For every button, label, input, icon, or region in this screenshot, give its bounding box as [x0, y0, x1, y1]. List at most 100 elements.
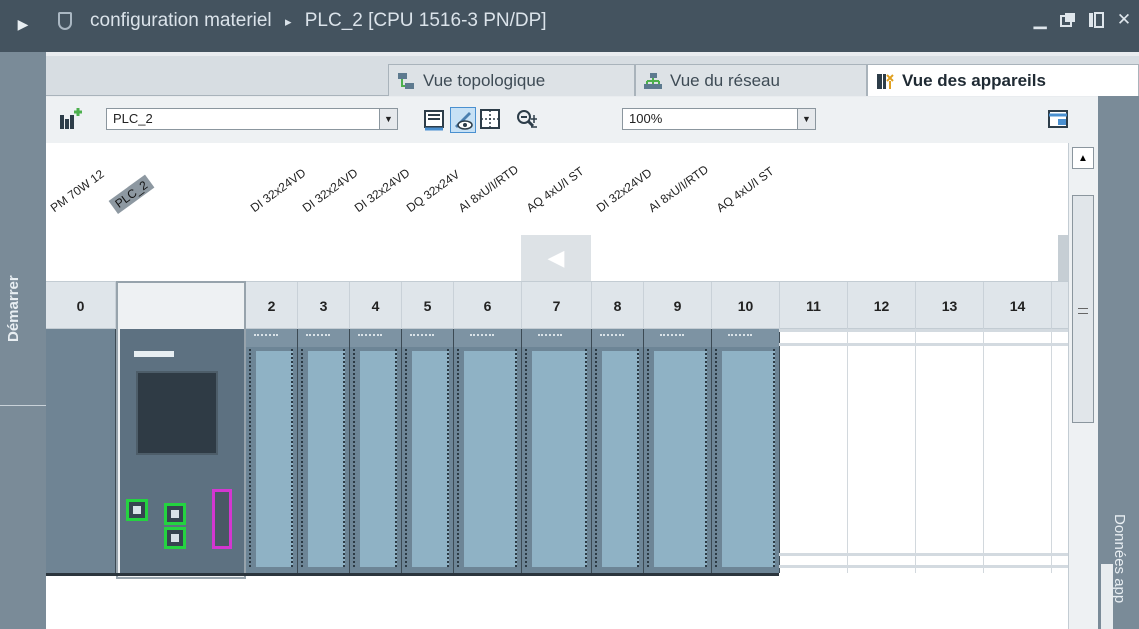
- device-view-toolbar: PLC_2 ▼ 100% ▼: [46, 97, 1098, 143]
- strip-divider: [0, 405, 46, 406]
- cpu-display: [136, 371, 218, 455]
- scroll-thumb[interactable]: [1072, 195, 1094, 423]
- module-slot-2[interactable]: [246, 329, 298, 573]
- module-label-slot-2[interactable]: DI 32x24VD: [248, 166, 309, 215]
- module-label-slot-0[interactable]: PM 70W 12: [48, 167, 107, 215]
- tab-devices[interactable]: Vue des appareils: [867, 64, 1139, 96]
- slot-number[interactable]: 6: [454, 282, 522, 329]
- profinet-port-1[interactable]: [126, 499, 148, 521]
- slot-number[interactable]: 5: [402, 282, 454, 329]
- topology-icon: [397, 72, 415, 90]
- module-label-slot-10[interactable]: AQ 4xU/I ST: [714, 164, 777, 215]
- title-device: PLC_2 [CPU 1516-3 PN/DP]: [304, 10, 547, 31]
- device-data-panel-label[interactable]: Données app: [1111, 514, 1128, 603]
- zoom-select-value: 100%: [629, 111, 663, 126]
- module-slot-3[interactable]: [298, 329, 350, 573]
- profinet-port-2[interactable]: [164, 503, 186, 525]
- window-buttons: ▁ ✕: [1031, 10, 1133, 30]
- show-device-names-icon[interactable]: [450, 107, 476, 133]
- grid-icon[interactable]: [478, 107, 504, 133]
- module-label-slot-1[interactable]: PLC_2: [108, 174, 155, 214]
- float-button[interactable]: [1059, 10, 1077, 30]
- device-select[interactable]: PLC_2 ▼: [106, 108, 398, 130]
- close-button[interactable]: ✕: [1115, 10, 1133, 30]
- rail-bottom-2: [779, 565, 1068, 568]
- empty-slot-12[interactable]: [848, 329, 916, 573]
- module-slot-7[interactable]: [522, 329, 592, 573]
- slot-number[interactable]: 7: [522, 282, 592, 329]
- profinet-port-3[interactable]: [164, 527, 186, 549]
- title-separator: ▸: [284, 14, 292, 29]
- module-slot-9[interactable]: [644, 329, 712, 573]
- module-label-slot-6[interactable]: AI 8xU/I/RTD: [456, 162, 521, 215]
- device-overview-icon[interactable]: [58, 107, 84, 133]
- slot-number[interactable]: 11: [780, 282, 848, 329]
- mini-scroll[interactable]: [1101, 564, 1113, 629]
- tab-topology[interactable]: Vue topologique: [388, 64, 635, 96]
- chevron-down-icon: ▼: [379, 109, 397, 129]
- project-icon: [58, 12, 72, 30]
- module-slot-6[interactable]: [454, 329, 522, 573]
- tab-devices-label: Vue des appareils: [902, 70, 1046, 90]
- toggle-overview-icon[interactable]: [1046, 107, 1072, 133]
- show-module-labels-icon[interactable]: [422, 107, 448, 133]
- device-select-value: PLC_2: [113, 111, 153, 126]
- empty-slot-14[interactable]: [984, 329, 1052, 573]
- float-icon: [1060, 13, 1075, 27]
- collapse-panel-button[interactable]: ▶: [0, 6, 46, 42]
- profibus-dp-port[interactable]: [212, 489, 232, 549]
- tab-network[interactable]: Vue du réseau: [635, 64, 867, 96]
- module-label-slot-5[interactable]: DQ 32x24V: [404, 167, 462, 215]
- module-label-slot-9[interactable]: AI 8xU/I/RTD: [646, 162, 711, 215]
- slot-number[interactable]: 13: [916, 282, 984, 329]
- module-slot-8[interactable]: [592, 329, 644, 573]
- tab-network-label: Vue du réseau: [670, 70, 780, 90]
- tab-topology-label: Vue topologique: [423, 70, 546, 90]
- rail-bottom: [779, 553, 1068, 556]
- title-bar: ▶ configuration materiel ▸ PLC_2 [CPU 15…: [0, 0, 1139, 52]
- cpu-body: [120, 329, 244, 573]
- device-view-window: ▶ configuration materiel ▸ PLC_2 [CPU 15…: [0, 0, 1139, 629]
- scroll-right-button[interactable]: [1058, 235, 1068, 281]
- slot-number[interactable]: 0: [46, 282, 116, 329]
- module-slot-5[interactable]: [402, 329, 454, 573]
- scroll-up-button[interactable]: ▲: [1072, 147, 1094, 169]
- slot-number[interactable]: 4: [350, 282, 402, 329]
- module-label-slot-8[interactable]: DI 32x24VD: [594, 166, 655, 215]
- scroll-left-button[interactable]: ◀: [521, 235, 591, 281]
- maximize-button[interactable]: [1087, 10, 1105, 30]
- title-project: configuration materiel: [90, 10, 272, 31]
- slot-number[interactable]: 14: [984, 282, 1052, 329]
- cpu-module[interactable]: [116, 281, 246, 579]
- power-module[interactable]: [46, 329, 116, 573]
- module-slot-10[interactable]: [712, 329, 780, 573]
- empty-slot-11[interactable]: [780, 329, 848, 573]
- module-label-slot-4[interactable]: DI 32x24VD: [352, 166, 413, 215]
- slot-number[interactable]: 2: [246, 282, 298, 329]
- slot-number[interactable]: 10: [712, 282, 780, 329]
- vertical-scrollbar[interactable]: ▲: [1068, 143, 1098, 629]
- module-label-slot-3[interactable]: DI 32x24VD: [300, 166, 361, 215]
- minimize-button[interactable]: ▁: [1031, 10, 1049, 30]
- slot-number[interactable]: 12: [848, 282, 916, 329]
- rack-canvas[interactable]: PM 70W 12 PLC_2 DI 32x24VD DI 32x24VD DI…: [46, 143, 1068, 629]
- start-panel-label[interactable]: Démarrer: [5, 275, 22, 342]
- empty-slot-13[interactable]: [916, 329, 984, 573]
- devices-icon: [876, 72, 894, 90]
- network-icon: [644, 72, 662, 90]
- grip-icon: [1078, 308, 1088, 314]
- zoom-icon[interactable]: [514, 107, 540, 133]
- right-panel-strip: Données app: [1098, 96, 1139, 629]
- module-slot-4[interactable]: [350, 329, 402, 573]
- slot-number[interactable]: 9: [644, 282, 712, 329]
- window-title: configuration materiel ▸ PLC_2 [CPU 1516…: [90, 10, 547, 32]
- maximize-icon: [1089, 12, 1104, 28]
- zoom-select[interactable]: 100% ▼: [622, 108, 816, 130]
- rail-top: [779, 329, 1068, 332]
- siemens-logo: [134, 351, 174, 357]
- chevron-down-icon: ▼: [797, 109, 815, 129]
- left-task-strip: Démarrer: [0, 52, 46, 629]
- module-label-slot-7[interactable]: AQ 4xU/I ST: [524, 164, 587, 215]
- slot-number[interactable]: 8: [592, 282, 644, 329]
- slot-number[interactable]: 3: [298, 282, 350, 329]
